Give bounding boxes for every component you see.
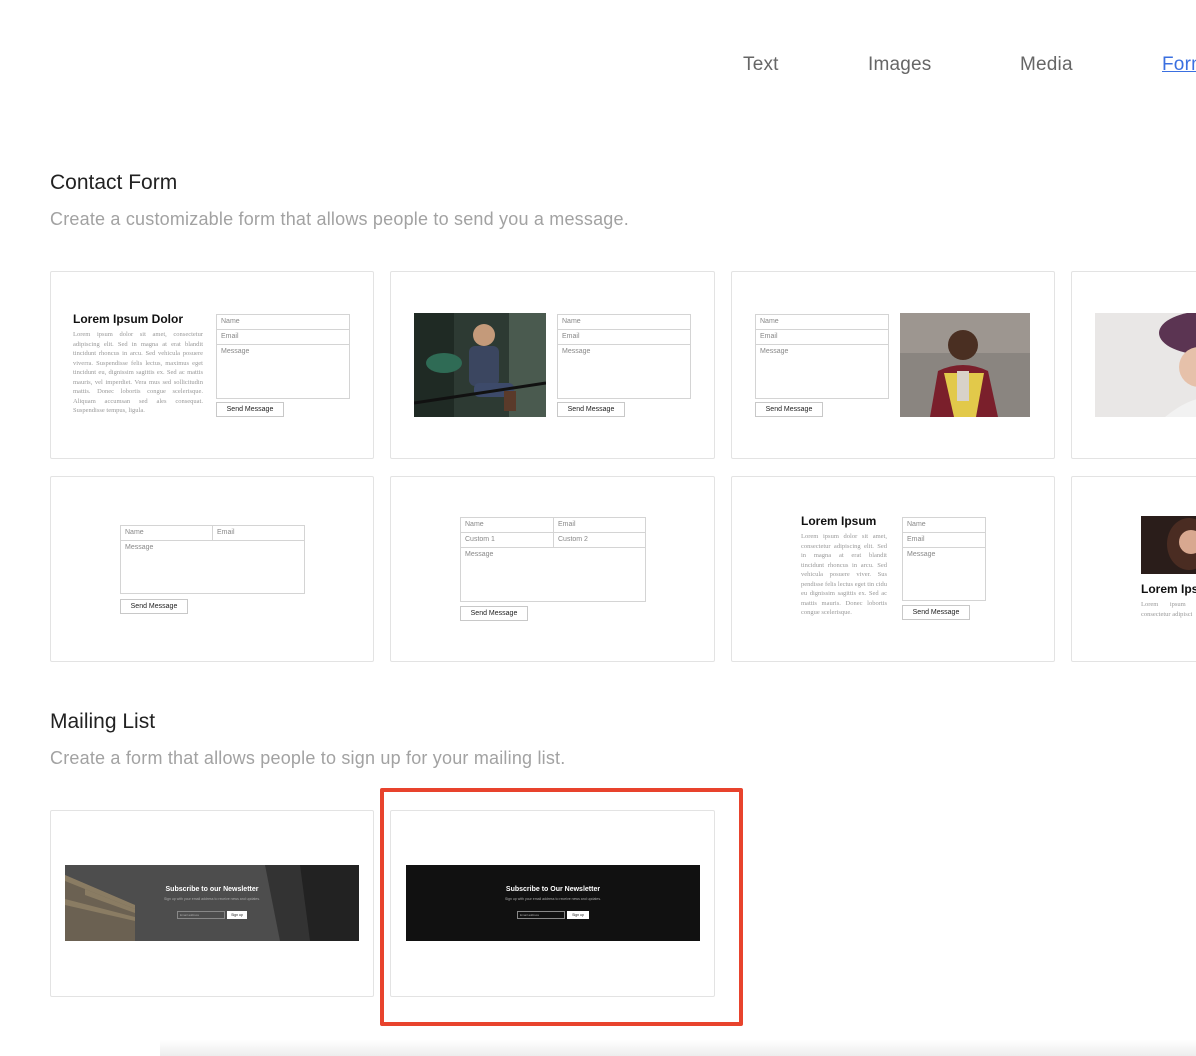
email-field: Email	[557, 329, 691, 345]
contact-form-card-3[interactable]: Name Email Message Send Message	[731, 271, 1055, 459]
contact-form-card-4[interactable]	[1071, 271, 1196, 459]
send-message-button: Send Message	[902, 605, 970, 620]
message-field: Message	[460, 547, 646, 602]
name-field: Name	[902, 517, 986, 533]
newsletter-title: Subscribe to our Newsletter	[165, 886, 259, 893]
send-message-button: Send Message	[120, 599, 188, 614]
email-field: Email	[902, 532, 986, 548]
newsletter-email-input: Email address	[177, 911, 225, 919]
tab-text[interactable]: Text	[743, 54, 779, 76]
send-message-button: Send Message	[755, 402, 823, 417]
newsletter-email-input: Email address	[517, 911, 565, 919]
name-field: Name	[216, 314, 350, 330]
contact-form-card-2[interactable]: Name Email Message Send Message	[390, 271, 715, 459]
card-heading: Lorem Ipsum Dolor	[73, 312, 184, 326]
woman-hat-photo	[1095, 313, 1196, 417]
name-field: Name	[460, 517, 554, 533]
mailing-list-card-1[interactable]: Subscribe to our Newsletter Sign up with…	[50, 810, 374, 997]
newsletter-signup-button: Sign up	[227, 911, 247, 919]
email-field: Email	[553, 517, 646, 533]
bottom-shadow	[160, 1040, 1196, 1056]
contact-form-card-8[interactable]: Lorem Ips Lorem ipsum dolor consectetur …	[1071, 476, 1196, 662]
contact-form-card-5[interactable]: Name Email Message Send Message	[50, 476, 374, 662]
mailing-list-title: Mailing List	[50, 710, 156, 733]
mailing-list-card-2[interactable]: Subscribe to Our Newsletter Sign up with…	[390, 810, 715, 997]
newsletter-signup-button: Sign up	[567, 911, 589, 919]
email-field: Email	[216, 329, 350, 345]
name-field: Name	[120, 525, 213, 541]
contact-form-card-1[interactable]: Lorem Ipsum Dolor Lorem ipsum dolor sit …	[50, 271, 374, 459]
message-field: Message	[120, 540, 305, 594]
newsletter-banner-dark: Subscribe to Our Newsletter Sign up with…	[406, 865, 700, 941]
contact-form-description: Create a customizable form that allows p…	[50, 209, 629, 229]
card-paragraph: Lorem ipsum dolor consectetur adipisci	[1141, 601, 1196, 618]
tab-images[interactable]: Images	[868, 54, 932, 76]
newsletter-subtitle: Sign up with your email address to recei…	[163, 897, 261, 901]
tab-media[interactable]: Media	[1020, 54, 1073, 76]
message-field: Message	[216, 344, 350, 399]
send-message-button: Send Message	[460, 606, 528, 621]
contact-form-card-7[interactable]: Lorem Ipsum Lorem ipsum dolor sit amet, …	[731, 476, 1055, 662]
card-paragraph: Lorem ipsum dolor sit amet, consectetur …	[801, 533, 887, 616]
name-field: Name	[755, 314, 889, 330]
contact-form-title: Contact Form	[50, 171, 178, 194]
tab-forms[interactable]: Forms	[1162, 54, 1196, 76]
custom-2-field: Custom 2	[553, 532, 646, 548]
send-message-button: Send Message	[557, 402, 625, 417]
card-paragraph: Lorem ipsum dolor sit amet, consectetur …	[73, 331, 203, 414]
contact-form-card-6[interactable]: Name Email Custom 1 Custom 2 Message Sen…	[390, 476, 715, 662]
message-field: Message	[755, 344, 889, 399]
custom-1-field: Custom 1	[460, 532, 554, 548]
name-field: Name	[557, 314, 691, 330]
card-heading: Lorem Ipsum	[801, 514, 877, 528]
buildings-background	[65, 865, 359, 941]
man-jacket-photo	[900, 313, 1030, 417]
card-heading: Lorem Ips	[1141, 582, 1196, 596]
email-field: Email	[212, 525, 305, 541]
send-message-button: Send Message	[216, 402, 284, 417]
message-field: Message	[557, 344, 691, 399]
email-field: Email	[755, 329, 889, 345]
newsletter-banner-image: Subscribe to our Newsletter Sign up with…	[65, 865, 359, 941]
mailing-list-description: Create a form that allows people to sign…	[50, 748, 566, 768]
message-field: Message	[902, 547, 986, 601]
newsletter-title: Subscribe to Our Newsletter	[505, 886, 601, 893]
man-sitting-photo	[414, 313, 546, 417]
woman-portrait-photo	[1141, 516, 1196, 574]
newsletter-subtitle: Sign up with your email address to recei…	[504, 897, 602, 901]
